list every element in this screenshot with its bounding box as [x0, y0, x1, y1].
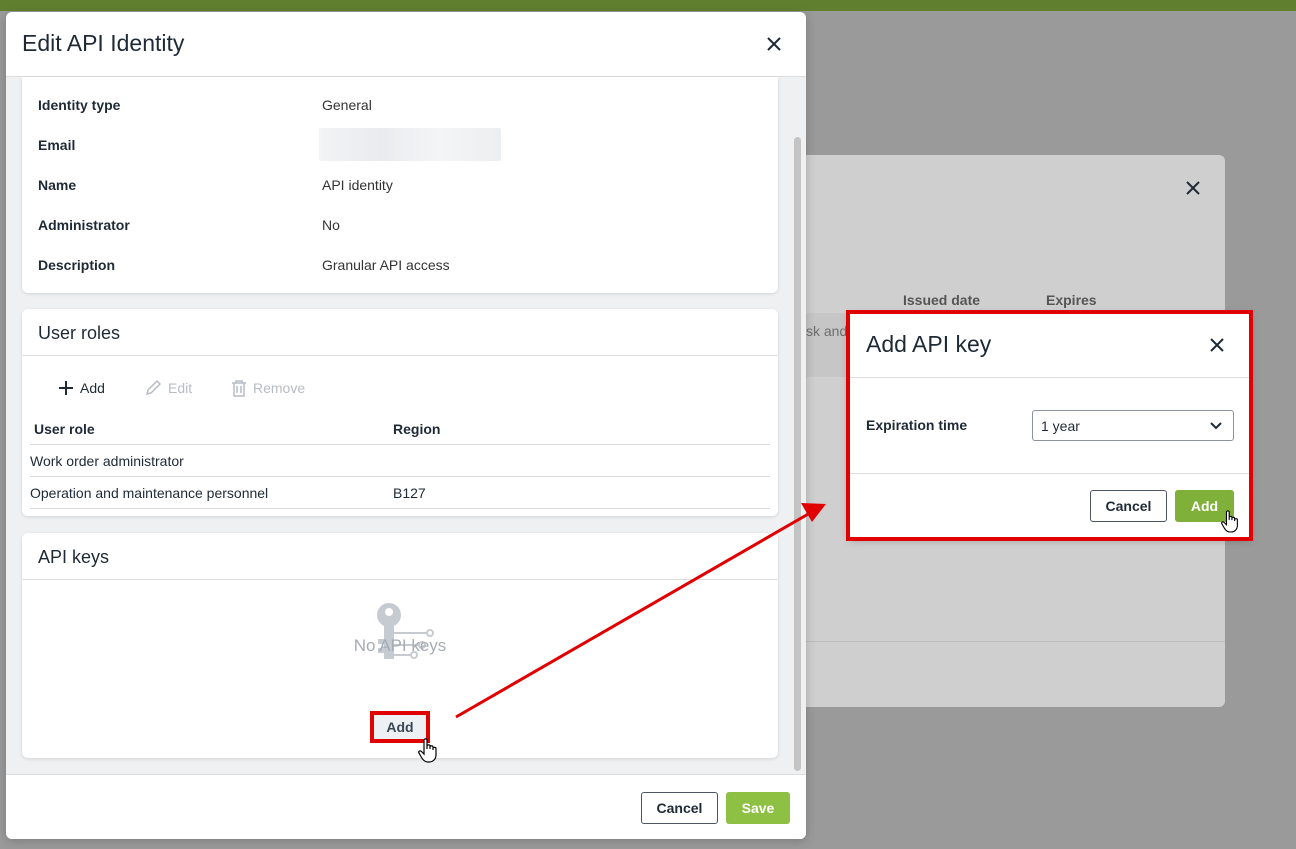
edit-role-label: Edit	[168, 380, 193, 396]
administrator-label: Administrator	[38, 217, 130, 233]
hand-cursor-icon	[1221, 510, 1238, 533]
user-roles-title: User roles	[38, 323, 121, 343]
modal-header: Edit API Identity	[6, 12, 806, 77]
background-row-fragment: sk and	[806, 323, 848, 339]
hand-cursor-icon	[418, 738, 437, 763]
description-label: Description	[38, 257, 116, 273]
remove-role-button[interactable]: Remove	[231, 377, 305, 399]
email-label: Email	[38, 137, 76, 153]
description-value: Granular API access	[322, 257, 450, 273]
name-label: Name	[38, 177, 77, 193]
user-roles-card: User roles Add Edit Remove User role Reg…	[22, 309, 778, 516]
background-close-icon[interactable]	[1182, 177, 1204, 199]
background-footer-divider	[790, 641, 1225, 642]
identity-details-card: Identity type General Email Name API ide…	[22, 77, 778, 293]
add-role-button[interactable]: Add	[58, 377, 105, 399]
edit-role-button[interactable]: Edit	[144, 377, 192, 399]
add-role-label: Add	[80, 380, 105, 396]
column-user-role: User role	[34, 421, 95, 437]
api-keys-card: API keys No API keys Add	[22, 533, 778, 758]
email-value-redacted	[319, 128, 501, 161]
chevron-down-icon	[1210, 422, 1222, 430]
administrator-value: No	[322, 217, 340, 233]
identity-type-label: Identity type	[38, 97, 121, 113]
table-row-divider	[30, 508, 770, 509]
save-button[interactable]: Save	[726, 792, 790, 824]
trash-icon	[232, 380, 246, 397]
name-value: API identity	[322, 177, 393, 193]
column-region: Region	[393, 421, 441, 437]
expiration-time-value: 1 year	[1041, 418, 1080, 434]
identity-type-value: General	[322, 97, 372, 113]
expiration-time-select[interactable]: 1 year	[1032, 410, 1234, 441]
dialog-footer-divider	[849, 473, 1250, 474]
table-row-role[interactable]: Operation and maintenance personnel	[30, 485, 268, 501]
table-row-role[interactable]: Work order administrator	[30, 453, 184, 469]
user-roles-divider	[22, 355, 778, 356]
modal-scrollbar[interactable]	[794, 137, 801, 771]
pencil-icon	[145, 379, 162, 396]
modal-title: Edit API Identity	[22, 30, 185, 56]
modal-footer: Cancel Save	[6, 774, 806, 839]
dialog-header-divider	[849, 377, 1250, 378]
close-icon[interactable]	[763, 33, 785, 55]
table-row-region[interactable]: B127	[393, 485, 426, 501]
remove-role-label: Remove	[253, 380, 306, 396]
expiration-time-label: Expiration time	[866, 417, 968, 433]
table-row-divider	[30, 476, 770, 477]
table-header-divider	[30, 444, 770, 445]
column-expires: Expires	[1046, 292, 1097, 308]
app-top-bar	[0, 0, 1296, 11]
column-issued-date: Issued date	[903, 292, 981, 308]
plus-icon	[59, 381, 73, 395]
close-icon[interactable]	[1207, 335, 1227, 355]
empty-state-text: No API keys	[353, 636, 447, 655]
modal-body: Identity type General Email Name API ide…	[6, 77, 806, 774]
api-keys-title: API keys	[38, 547, 110, 567]
dialog-title: Add API key	[866, 331, 992, 357]
cancel-button[interactable]: Cancel	[641, 792, 718, 824]
dialog-cancel-button[interactable]: Cancel	[1090, 490, 1167, 522]
api-keys-divider	[22, 579, 778, 580]
edit-api-identity-modal: Edit API Identity Identity type General …	[6, 12, 806, 839]
add-api-key-dialog: Add API key Expiration time 1 year Cance…	[849, 313, 1250, 538]
